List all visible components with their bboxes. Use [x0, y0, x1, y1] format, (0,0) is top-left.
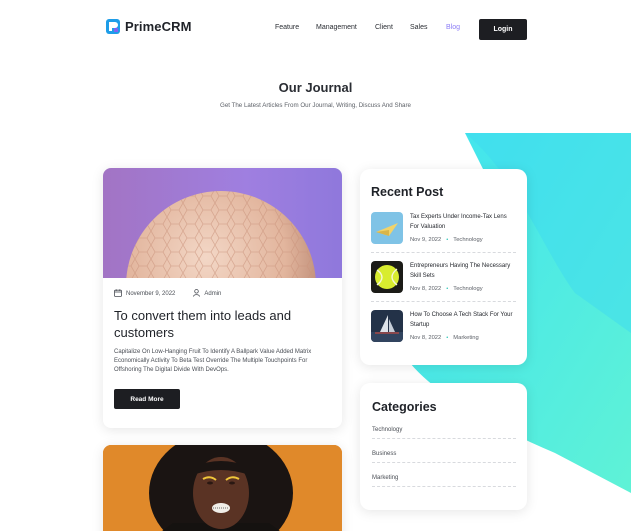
- main-nav: Feature Management Client Sales Blog: [0, 24, 631, 36]
- recent-post-date: Nov 8, 2022: [410, 335, 442, 341]
- calendar-icon: [114, 289, 122, 299]
- portrait-image[interactable]: [103, 445, 342, 531]
- recent-post-meta: Nov 8, 2022 • Marketing: [410, 335, 479, 341]
- divider: [372, 462, 516, 463]
- separator-dot: •: [446, 335, 449, 341]
- article-excerpt: Capitalize On Low-Hanging Fruit To Ident…: [114, 349, 312, 374]
- divider: [371, 301, 516, 302]
- separator-dot: •: [446, 237, 449, 243]
- article-title[interactable]: To convert them into leads and customers: [114, 307, 334, 341]
- category-item[interactable]: Business: [372, 451, 516, 463]
- divider: [372, 486, 516, 487]
- recent-post-meta: Nov 8, 2022 • Technology: [410, 286, 483, 292]
- divider: [371, 252, 516, 253]
- category-label[interactable]: Marketing: [372, 475, 398, 481]
- recent-post-date: Nov 9, 2022: [410, 237, 442, 243]
- site-header: PrimeCRM Feature Management Client Sales…: [0, 0, 631, 58]
- recent-post-category[interactable]: Technology: [453, 286, 482, 292]
- article-card[interactable]: [103, 445, 342, 531]
- nav-item-sales[interactable]: Sales: [410, 24, 428, 31]
- recent-post-title[interactable]: Entrepreneurs Having The Necessary Skill…: [410, 261, 515, 281]
- recent-post-category[interactable]: Technology: [453, 237, 482, 243]
- login-button[interactable]: Login: [479, 19, 527, 40]
- category-label[interactable]: Technology: [372, 427, 402, 433]
- recent-post-item[interactable]: Tax Experts Under Income-Tax Lens For Va…: [371, 212, 516, 260]
- recent-posts-panel: Recent Post Tax Experts Under Income-Tax…: [360, 169, 527, 365]
- recent-post-category[interactable]: Marketing: [453, 335, 478, 341]
- categories-title: Categories: [372, 400, 437, 414]
- section-title: Our Journal: [278, 80, 353, 95]
- article-date: November 9, 2022: [126, 291, 176, 297]
- recent-post-title[interactable]: Tax Experts Under Income-Tax Lens For Va…: [410, 212, 515, 232]
- article-meta: November 9, 2022 Admin: [114, 289, 221, 299]
- nav-item-management[interactable]: Management: [316, 24, 357, 31]
- recent-post-meta: Nov 9, 2022 • Technology: [410, 237, 483, 243]
- category-label[interactable]: Business: [372, 451, 396, 457]
- tennis-ball-thumb[interactable]: [371, 261, 403, 293]
- article-author[interactable]: Admin: [204, 291, 221, 297]
- paper-plane-thumb[interactable]: [371, 212, 403, 244]
- nav-item-client[interactable]: Client: [375, 24, 393, 31]
- categories-panel: Categories Technology Business Marketing: [360, 383, 527, 510]
- recent-post-item[interactable]: Entrepreneurs Having The Necessary Skill…: [371, 261, 516, 309]
- sailboat-thumb[interactable]: [371, 310, 403, 342]
- category-item[interactable]: Marketing: [372, 475, 516, 487]
- recent-post-item[interactable]: How To Choose A Tech Stack For Your Star…: [371, 310, 516, 358]
- recent-post-date: Nov 8, 2022: [410, 286, 442, 292]
- separator-dot: •: [446, 286, 449, 292]
- article-card[interactable]: November 9, 2022 Admin To convert them i…: [103, 168, 342, 428]
- recent-post-title[interactable]: How To Choose A Tech Stack For Your Star…: [410, 310, 515, 330]
- category-item[interactable]: Technology: [372, 427, 516, 439]
- sphere-image[interactable]: [103, 168, 342, 278]
- recent-posts-title: Recent Post: [371, 185, 444, 199]
- divider: [372, 438, 516, 439]
- section-subtitle: Get The Latest Articles From Our Journal…: [220, 102, 411, 109]
- nav-item-feature[interactable]: Feature: [275, 24, 299, 31]
- read-more-button[interactable]: Read More: [114, 389, 180, 409]
- nav-item-blog[interactable]: Blog: [446, 24, 460, 31]
- user-icon: [193, 289, 201, 299]
